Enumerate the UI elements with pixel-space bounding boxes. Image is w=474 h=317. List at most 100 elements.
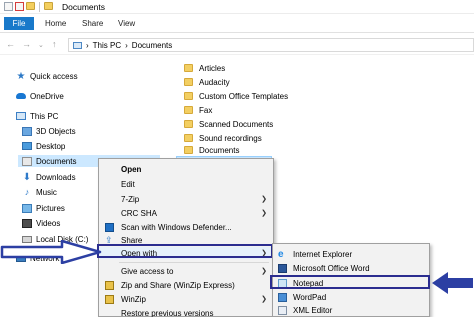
pc-icon bbox=[73, 41, 82, 49]
pc-icon bbox=[16, 112, 26, 120]
nav-item-label: 3D Objects bbox=[36, 126, 76, 136]
list-item[interactable]: Documents bbox=[184, 144, 239, 156]
winzip-icon bbox=[105, 280, 114, 290]
nav-item-label: Pictures bbox=[36, 203, 65, 213]
cloud-icon bbox=[16, 93, 26, 99]
quick-access-toolbar bbox=[4, 2, 53, 12]
pictures-icon bbox=[22, 203, 32, 213]
folder-name: Documents bbox=[199, 145, 240, 155]
right-annotation-arrow-icon bbox=[432, 272, 473, 294]
folder-name: Articles bbox=[199, 63, 226, 73]
new-folder-icon[interactable] bbox=[26, 2, 35, 10]
nav-item-desktop[interactable]: Desktop bbox=[22, 140, 65, 152]
properties-icon[interactable] bbox=[4, 2, 13, 11]
tab-file[interactable]: File bbox=[4, 17, 34, 30]
context-menu: Open Edit 7-Zip ❯ CRC SHA ❯ Scan with Wind… bbox=[98, 158, 274, 317]
nav-item-label: Downloads bbox=[36, 172, 76, 182]
breadcrumb-documents[interactable]: Documents bbox=[132, 41, 172, 50]
nav-item-label: Quick access bbox=[30, 71, 78, 81]
folder-icon bbox=[184, 92, 193, 100]
submenu-item-label: XML Editor bbox=[293, 305, 333, 315]
folder-name: Audacity bbox=[199, 77, 230, 87]
back-arrow-icon[interactable]: ← bbox=[6, 39, 15, 49]
window-title: Documents bbox=[62, 2, 105, 12]
xml-editor-icon bbox=[278, 305, 287, 315]
menu-item-label: Restore previous versions bbox=[121, 308, 214, 317]
menu-divider bbox=[119, 262, 269, 263]
menu-item-crc-sha[interactable]: CRC SHA ❯ bbox=[99, 207, 273, 219]
menu-item-label: Edit bbox=[121, 179, 135, 189]
title-bar: Documents bbox=[0, 0, 474, 14]
menu-item-label: Open bbox=[121, 164, 142, 174]
menu-item-label: Zip and Share (WinZip Express) bbox=[121, 280, 235, 290]
folder-icon bbox=[184, 64, 193, 72]
nav-item-label: Documents bbox=[36, 156, 77, 166]
list-item[interactable]: Scanned Documents bbox=[184, 118, 273, 130]
open-with-highlight-box bbox=[97, 244, 273, 258]
menu-item-restore-versions[interactable]: Restore previous versions bbox=[99, 307, 273, 317]
nav-item-label: Music bbox=[36, 187, 57, 197]
checkmark-icon[interactable] bbox=[15, 2, 24, 11]
folder-name: Custom Office Templates bbox=[199, 91, 289, 101]
chevron-right-icon: ❯ bbox=[261, 296, 267, 303]
menu-item-label: 7-Zip bbox=[121, 194, 140, 204]
nav-item-this-pc[interactable]: This PC bbox=[16, 110, 58, 122]
chevron-right-icon: ❯ bbox=[261, 210, 267, 217]
submenu-item-internet-explorer[interactable]: e Internet Explorer bbox=[273, 248, 429, 260]
nav-item-label: Desktop bbox=[36, 141, 66, 151]
left-annotation-arrow-icon bbox=[0, 240, 102, 264]
menu-item-open[interactable]: Open bbox=[99, 163, 273, 175]
address-field[interactable]: › This PC › Documents bbox=[68, 38, 474, 52]
chevron-right-icon: ❯ bbox=[261, 268, 267, 275]
menu-item-scan-defender[interactable]: Scan with Windows Defender... bbox=[99, 221, 273, 233]
nav-item-label: OneDrive bbox=[30, 91, 64, 101]
nav-item-label: This PC bbox=[30, 111, 59, 121]
folder-icon bbox=[184, 106, 193, 114]
menu-item-label: Give access to bbox=[121, 266, 174, 276]
list-item[interactable]: Audacity bbox=[184, 76, 230, 88]
menu-item-edit[interactable]: Edit bbox=[99, 178, 273, 190]
list-item[interactable]: Articles bbox=[184, 62, 225, 74]
tab-share[interactable]: Share bbox=[82, 17, 103, 30]
notepad-highlight-box bbox=[270, 275, 430, 289]
ribbon-tabs: File Home Share View bbox=[0, 15, 474, 33]
nav-item-quick-access[interactable]: ★ Quick access bbox=[16, 70, 78, 82]
menu-item-winzip[interactable]: WinZip ❯ bbox=[99, 293, 273, 305]
menu-item-label: Scan with Windows Defender... bbox=[121, 222, 232, 232]
toolbar-divider bbox=[39, 2, 40, 12]
nav-item-videos[interactable]: Videos bbox=[22, 217, 60, 229]
submenu-item-word[interactable]: Microsoft Office Word bbox=[273, 262, 429, 274]
folder-icon bbox=[184, 78, 193, 86]
nav-item-onedrive[interactable]: OneDrive bbox=[16, 90, 64, 102]
nav-item-downloads[interactable]: ⬇ Downloads bbox=[22, 171, 76, 183]
menu-item-7zip[interactable]: 7-Zip ❯ bbox=[99, 193, 273, 205]
menu-item-zip-and-share[interactable]: Zip and Share (WinZip Express) bbox=[99, 279, 273, 291]
address-bar-row: ← → ⌄ ↑ › This PC › Documents bbox=[0, 35, 474, 55]
menu-item-give-access[interactable]: Give access to ❯ bbox=[99, 265, 273, 277]
list-item[interactable]: Sound recordings bbox=[184, 132, 262, 144]
breadcrumb-this-pc[interactable]: This PC bbox=[93, 41, 121, 50]
list-item[interactable]: Fax bbox=[184, 104, 212, 116]
chevron-right-icon: ❯ bbox=[261, 196, 267, 203]
star-icon: ★ bbox=[16, 70, 26, 82]
word-icon bbox=[278, 263, 287, 273]
recent-locations-icon[interactable]: ⌄ bbox=[38, 41, 44, 49]
nav-item-3d-objects[interactable]: 3D Objects bbox=[22, 125, 76, 137]
desktop-icon bbox=[22, 142, 32, 150]
submenu-item-label: WordPad bbox=[293, 292, 327, 302]
folder-icon bbox=[184, 146, 193, 154]
submenu-item-xml-editor[interactable]: XML Editor bbox=[273, 304, 429, 316]
cube-icon bbox=[22, 126, 32, 136]
tab-home[interactable]: Home bbox=[45, 17, 66, 30]
forward-arrow-icon[interactable]: → bbox=[22, 39, 31, 49]
tab-view[interactable]: View bbox=[118, 17, 135, 30]
nav-item-pictures[interactable]: Pictures bbox=[22, 202, 65, 214]
internet-explorer-icon: e bbox=[278, 248, 284, 260]
list-item[interactable]: Custom Office Templates bbox=[184, 90, 288, 102]
wordpad-icon bbox=[278, 292, 287, 302]
submenu-item-wordpad[interactable]: WordPad bbox=[273, 291, 429, 303]
nav-item-music[interactable]: ♪ Music bbox=[22, 186, 57, 198]
folder-name: Scanned Documents bbox=[199, 119, 274, 129]
music-icon: ♪ bbox=[24, 186, 30, 197]
up-arrow-icon[interactable]: ↑ bbox=[52, 39, 57, 49]
